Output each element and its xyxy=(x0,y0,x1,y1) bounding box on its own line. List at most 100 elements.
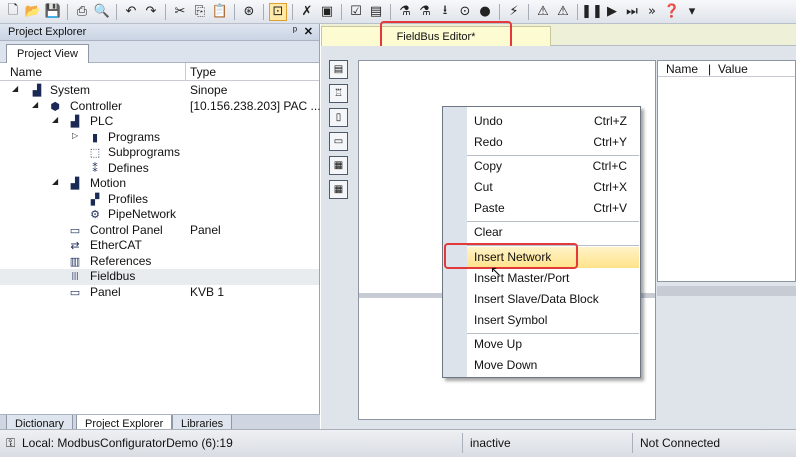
menu-item-copy[interactable]: Copy Ctrl+C xyxy=(467,156,639,177)
symbol-icon[interactable]: ▦ xyxy=(329,156,348,175)
copy-icon[interactable]: ⎘ xyxy=(191,3,209,21)
tree-item-type: Panel xyxy=(190,222,221,237)
collapse-icon[interactable]: ◢ xyxy=(12,84,18,93)
warning-icon[interactable]: ⚠ xyxy=(534,3,552,21)
cut-icon[interactable]: ✂ xyxy=(171,3,189,21)
menu-item-label: Insert Master/Port xyxy=(474,271,570,285)
menu-item-insert-symbol[interactable]: Insert Symbol xyxy=(467,310,639,331)
pin-icon[interactable]: ᵖ xyxy=(293,25,297,37)
undo-icon[interactable]: ↶ xyxy=(122,3,140,21)
menu-item-label: Move Down xyxy=(474,358,538,372)
tree-item-system[interactable]: ◢ ▟ System Sinope xyxy=(0,83,319,99)
tree-item-motion[interactable]: ◢ ▟ Motion xyxy=(0,176,319,192)
tree-item-controller[interactable]: ◢ ⬢ Controller [10.156.238.203] PAC ... xyxy=(0,99,321,115)
highlight-box-insert-network xyxy=(444,243,578,269)
open-folder-icon[interactable]: 📂 xyxy=(24,3,42,21)
status-state: inactive xyxy=(470,436,511,450)
tree-item-type: Sinope xyxy=(190,83,228,97)
dropdown-icon[interactable]: ▾ xyxy=(683,3,701,21)
overflow-icon[interactable]: » xyxy=(643,3,661,21)
slave-icon[interactable]: ▯ xyxy=(329,108,348,127)
menu-item-undo[interactable]: Undo Ctrl+Z xyxy=(467,111,639,132)
toolbar-separator xyxy=(165,3,166,20)
column-header-name[interactable]: Name xyxy=(10,65,42,79)
menu-item-paste[interactable]: Paste Ctrl+V xyxy=(467,198,639,219)
tree-item-subprograms[interactable]: ⬚ Subprograms xyxy=(0,145,319,161)
step-icon[interactable]: ⏭ xyxy=(623,3,641,21)
tree-item-programs[interactable]: ▷ ▮ Programs xyxy=(0,130,319,146)
menu-item-cut[interactable]: Cut Ctrl+X xyxy=(467,177,639,198)
compile-icon[interactable]: ▤ xyxy=(367,3,385,21)
network-icon[interactable]: ▤ xyxy=(329,60,348,79)
column-divider[interactable] xyxy=(185,63,186,81)
column-header-type[interactable]: Type xyxy=(190,65,216,79)
tree-item-label: PipeNetwork xyxy=(108,207,177,221)
menu-item-shortcut: Ctrl+Y xyxy=(593,135,627,149)
alert-icon[interactable]: ⚠ xyxy=(554,3,572,21)
toolbar-separator xyxy=(263,3,264,20)
properties-column-name[interactable]: Name xyxy=(666,62,698,76)
toolbar-separator xyxy=(577,3,578,20)
plc-icon: ▟ xyxy=(70,115,80,128)
expand-icon[interactable]: ▷ xyxy=(72,131,78,140)
window-icon[interactable]: ▣ xyxy=(318,3,336,21)
run-icon[interactable]: ⊙ xyxy=(456,3,474,21)
tab-project-view[interactable]: Project View xyxy=(6,44,89,63)
save-icon[interactable]: 💾 xyxy=(44,3,62,21)
new-file-icon[interactable]: 🗋 xyxy=(4,3,22,21)
find-icon[interactable]: ⊛ xyxy=(240,3,258,21)
menu-item-clear[interactable]: Clear xyxy=(467,222,639,243)
upload-icon[interactable]: ⚗ xyxy=(416,3,434,21)
symbol-list-icon[interactable]: ▦ xyxy=(329,180,348,199)
properties-column-value[interactable]: Value xyxy=(718,62,748,76)
paste-icon[interactable]: 📋 xyxy=(211,3,229,21)
status-link: Not Connected xyxy=(640,436,721,450)
datablock-icon[interactable]: ▭ xyxy=(329,132,348,151)
menu-item-redo[interactable]: Redo Ctrl+Y xyxy=(467,132,639,153)
collapse-icon[interactable]: ◢ xyxy=(52,177,58,186)
menu-item-label: Insert Slave/Data Block xyxy=(474,292,599,306)
print-preview-icon[interactable]: 🔍 xyxy=(93,3,111,21)
control-panel-icon: ▭ xyxy=(69,223,81,237)
collapse-icon[interactable]: ◢ xyxy=(52,115,58,124)
panel-icon: ▭ xyxy=(69,285,81,299)
properties-icon[interactable]: ⊡ xyxy=(269,2,287,21)
help-icon[interactable]: ❓ xyxy=(663,3,681,21)
pause-icon[interactable]: ❚❚ xyxy=(581,3,603,21)
menu-item-move-down[interactable]: Move Down xyxy=(467,355,639,376)
check-icon[interactable]: ☑ xyxy=(347,3,365,21)
tree-item-control-panel[interactable]: ▭ Control Panel Panel xyxy=(0,223,319,239)
properties-splitter[interactable] xyxy=(657,286,796,296)
status-divider xyxy=(632,433,633,453)
fieldbus-icon: ꔖ xyxy=(71,269,79,283)
download-icon[interactable]: ⚗ xyxy=(396,3,414,21)
connection-icon: ⚿ xyxy=(6,436,16,450)
project-view-tabbar: Project View xyxy=(0,41,319,63)
menu-item-label: Move Up xyxy=(474,337,523,351)
redo-icon[interactable]: ↷ xyxy=(142,3,160,21)
play-icon[interactable]: ▶ xyxy=(603,3,621,21)
menu-item-move-up[interactable]: Move Up xyxy=(467,334,639,355)
tree-item-fieldbus[interactable]: ꔖ Fieldbus xyxy=(0,269,319,285)
tree-item-ethercat[interactable]: ⇄ EtherCAT xyxy=(0,238,319,254)
collapse-icon[interactable]: ◢ xyxy=(32,100,38,109)
tree-item-panel[interactable]: ▭ Panel KVB 1 xyxy=(0,285,319,301)
menu-item-insert-slave-data-block[interactable]: Insert Slave/Data Block xyxy=(467,289,639,310)
tree-item-plc[interactable]: ◢ ▟ PLC xyxy=(0,114,319,130)
tree-item-defines[interactable]: ⁑ Defines xyxy=(0,161,319,177)
tree-item-profiles[interactable]: ▞ Profiles xyxy=(0,192,319,208)
transfer-icon[interactable]: ⭳ xyxy=(436,3,454,21)
close-icon[interactable]: ✕ xyxy=(304,25,313,38)
tools-icon[interactable]: ✗ xyxy=(298,3,316,21)
topology-icon[interactable]: ♖ xyxy=(329,84,348,103)
tree-item-label: Fieldbus xyxy=(90,269,136,283)
diagnostics-icon[interactable]: ⚡ xyxy=(505,3,523,21)
references-icon: ▥ xyxy=(69,254,81,268)
profiles-icon: ▞ xyxy=(90,192,100,206)
print-icon[interactable]: ⎙ xyxy=(73,3,91,21)
tree-item-label: Profiles xyxy=(108,191,149,206)
stop-icon[interactable]: ● xyxy=(476,3,494,21)
tree-item-pipenetwork[interactable]: ⚙ PipeNetwork xyxy=(0,207,319,223)
tree-item-references[interactable]: ▥ References xyxy=(0,254,319,270)
status-bar: ⚿ Local: ModbusConfiguratorDemo (6):19 i… xyxy=(0,429,796,457)
